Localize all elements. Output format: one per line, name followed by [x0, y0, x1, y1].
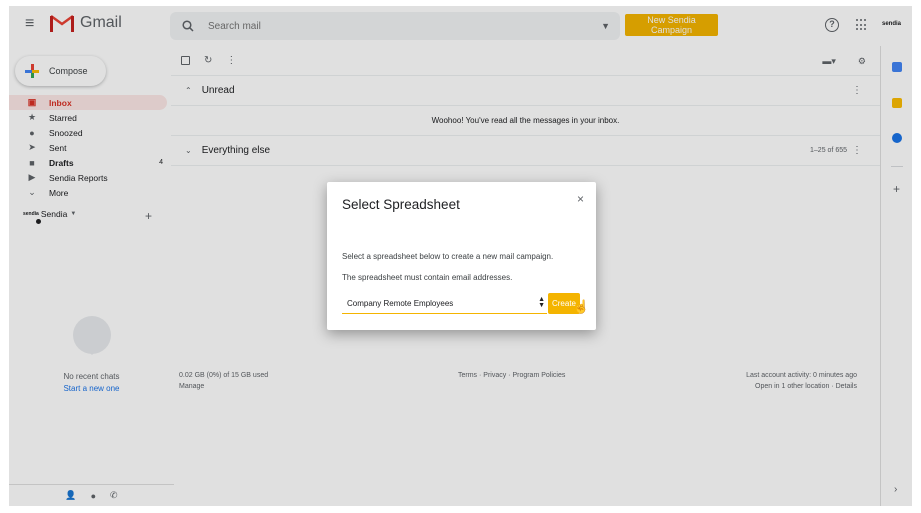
section-more-icon[interactable]: ⋮: [852, 85, 862, 96]
search-icon[interactable]: [182, 20, 194, 32]
pagination-range: 1–25 of 655: [810, 147, 847, 154]
compose-plus-icon: [25, 64, 39, 78]
calendar-icon[interactable]: [892, 62, 902, 72]
no-chats-text: No recent chats: [63, 372, 120, 381]
dialog-requirement: The spreadsheet must contain email addre…: [342, 273, 513, 282]
input-tools-icon[interactable]: ▬▾: [822, 56, 836, 67]
account-avatar[interactable]: sendia: [882, 21, 901, 27]
sidebar-nav: ▣ Inbox ★ Starred ● Snoozed ➤ Sent ■ Dra…: [9, 95, 167, 200]
sidebar-item-label: Drafts: [49, 157, 74, 168]
hangouts-icon[interactable]: ●: [91, 491, 96, 501]
chevron-down-icon: ⌄: [28, 187, 36, 197]
inbox-icon: ▣: [27, 97, 37, 107]
account-dropdown-icon[interactable]: ▼: [70, 211, 76, 217]
storage-usage: 0.02 GB (0%) of 15 GB used: [179, 372, 269, 379]
select-arrows-icon: ▲ ▼: [538, 296, 545, 309]
manage-link[interactable]: Manage: [179, 383, 268, 390]
close-icon[interactable]: ×: [577, 192, 584, 206]
sidebar-item-starred[interactable]: ★ Starred: [9, 110, 167, 125]
start-chat-link[interactable]: Start a new one: [9, 384, 174, 393]
unread-section[interactable]: ⌃ Unread ⋮: [171, 76, 880, 106]
account-label: Sendia: [40, 209, 68, 219]
compose-button[interactable]: Compose: [15, 56, 106, 86]
star-icon: ★: [27, 112, 37, 122]
policy-links[interactable]: Terms · Privacy · Program Policies: [458, 372, 565, 379]
search-options-icon[interactable]: ▼: [601, 21, 610, 31]
sidebar-item-label: Sent: [49, 142, 67, 153]
compose-label: Compose: [49, 66, 88, 76]
everything-else-section[interactable]: ⌄ Everything else 1–25 of 655 ⋮: [171, 136, 880, 166]
status-dot: [36, 219, 41, 224]
help-icon[interactable]: ?: [825, 18, 839, 32]
search-bar[interactable]: ▼: [170, 12, 620, 40]
select-all-checkbox[interactable]: [181, 56, 190, 65]
expand-panel-icon[interactable]: ›: [894, 484, 897, 495]
account-mini-logo: sendia: [23, 211, 39, 217]
drafts-count: 4: [159, 159, 163, 166]
hangouts-account[interactable]: sendia Sendia ▼: [23, 209, 76, 224]
top-header: ≡ Gmail ▼ New Sendia Campaign ? sendia: [9, 6, 912, 46]
tasks-icon[interactable]: [892, 133, 902, 143]
keep-icon[interactable]: [892, 98, 902, 108]
last-activity: Last account activity: 0 minutes ago: [746, 372, 857, 379]
chat-bubble-icon: [72, 316, 111, 355]
section-title: Everything else: [201, 145, 271, 156]
sidebar-item-label: Inbox: [49, 97, 72, 108]
sidebar-item-label: Sendia Reports: [49, 172, 108, 183]
unread-empty-message: Woohoo! You've read all the messages in …: [171, 106, 880, 136]
section-more-icon[interactable]: ⋮: [852, 145, 862, 156]
clock-icon: ●: [29, 127, 35, 138]
add-addon-icon[interactable]: +: [893, 182, 900, 196]
add-chat-icon[interactable]: +: [145, 209, 152, 223]
refresh-icon[interactable]: ↻: [204, 55, 212, 66]
sidebar-item-more[interactable]: ⌄ More: [9, 185, 167, 200]
side-panel-divider: [891, 166, 903, 167]
sidebar-item-sendia-reports[interactable]: ▶ Sendia Reports: [9, 170, 167, 185]
file-icon: ■: [29, 157, 35, 168]
more-vert-icon[interactable]: ⋮: [226, 55, 236, 66]
sidebar-item-drafts[interactable]: ■ Drafts 4: [9, 155, 167, 170]
gmail-logo[interactable]: Gmail: [50, 14, 122, 32]
search-input[interactable]: [206, 19, 586, 33]
selected-spreadsheet: Company Remote Employees: [347, 298, 454, 308]
details-link[interactable]: Open in 1 other location · Details: [746, 383, 857, 390]
chevron-down-icon[interactable]: ⌄: [185, 146, 192, 155]
sidebar-item-label: Starred: [49, 112, 77, 123]
send-icon: ➤: [28, 142, 36, 152]
side-panel: + ›: [880, 46, 912, 506]
select-spreadsheet-dialog: Select Spreadsheet × Select a spreadshee…: [327, 182, 596, 330]
section-title: Unread: [201, 85, 235, 96]
sidebar-item-inbox[interactable]: ▣ Inbox: [9, 95, 167, 110]
sidebar-item-label: Snoozed: [49, 127, 83, 138]
spreadsheet-select[interactable]: Company Remote Employees ▲ ▼: [342, 293, 547, 314]
dialog-instructions: Select a spreadsheet below to create a n…: [342, 252, 554, 261]
hand-cursor-icon: ☝: [573, 299, 590, 314]
dialog-title: Select Spreadsheet: [342, 197, 460, 212]
apps-grid-icon[interactable]: [856, 19, 868, 31]
contacts-icon[interactable]: 👤: [65, 490, 76, 501]
sidebar-item-sent[interactable]: ➤ Sent: [9, 140, 167, 155]
new-campaign-button[interactable]: New Sendia Campaign: [625, 14, 718, 36]
chevron-up-icon[interactable]: ⌃: [185, 86, 192, 95]
chat-empty-state: No recent chats Start a new one: [9, 316, 174, 393]
app-name: Gmail: [80, 14, 122, 31]
chat-tabs: 👤 ● ✆: [9, 484, 174, 506]
label-icon: ▶: [28, 172, 36, 182]
sidebar-item-label: More: [49, 187, 69, 198]
sidebar-item-snoozed[interactable]: ● Snoozed: [9, 125, 167, 140]
phone-icon[interactable]: ✆: [110, 490, 118, 501]
gear-icon[interactable]: ⚙: [858, 56, 866, 67]
mail-toolbar: ↻ ⋮ ▬▾ ⚙: [171, 46, 880, 76]
gmail-m-icon: [50, 14, 74, 32]
main-menu-icon[interactable]: ≡: [25, 16, 39, 32]
